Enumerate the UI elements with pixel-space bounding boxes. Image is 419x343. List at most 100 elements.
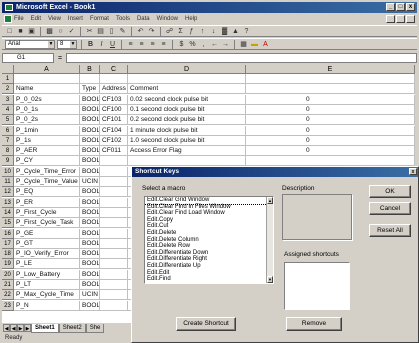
row-header[interactable]: 2: [2, 84, 14, 95]
macro-list-item[interactable]: Edit.Delete: [145, 230, 273, 237]
minimize-button[interactable]: _: [386, 3, 395, 11]
print-preview-icon[interactable]: ○: [56, 27, 65, 36]
percent-icon[interactable]: %: [188, 40, 197, 49]
cell-b[interactable]: Type: [80, 84, 100, 95]
cell-e[interactable]: 0: [246, 104, 415, 115]
macro-list-item[interactable]: Edit.Differentiate Down: [145, 250, 273, 257]
cell-e[interactable]: [246, 84, 415, 95]
row-header[interactable]: 13: [2, 197, 14, 208]
cell-a[interactable]: P_N: [14, 300, 80, 311]
cell-c[interactable]: [100, 228, 128, 239]
cell-d[interactable]: 0.1 second clock pulse bit: [128, 104, 246, 115]
cell-a[interactable]: Name: [14, 84, 80, 95]
cell-a[interactable]: P_LT: [14, 280, 80, 290]
column-header-e[interactable]: E: [246, 65, 415, 74]
row-header[interactable]: 1: [2, 74, 14, 84]
cell-b[interactable]: BOOL: [80, 238, 100, 249]
cell-d[interactable]: [128, 74, 246, 84]
cell-c[interactable]: [100, 300, 128, 311]
align-right-icon[interactable]: ≡: [148, 40, 157, 49]
name-box[interactable]: G1: [2, 53, 54, 63]
cell-c[interactable]: [100, 187, 128, 198]
menu-edit[interactable]: Edit: [31, 16, 41, 22]
cell-e[interactable]: 0: [246, 115, 415, 126]
cell-a[interactable]: P_AER: [14, 146, 80, 157]
select-all-corner[interactable]: [2, 65, 14, 74]
align-left-icon[interactable]: ≡: [126, 40, 135, 49]
sheet-tab-sheet3[interactable]: She: [85, 323, 105, 333]
row-header[interactable]: 10: [2, 166, 14, 177]
cell-b[interactable]: BOOL: [80, 125, 100, 136]
cell-c[interactable]: CF103: [100, 94, 128, 105]
menu-insert[interactable]: Insert: [68, 16, 83, 22]
column-header-b[interactable]: B: [80, 65, 100, 74]
cell-a[interactable]: P_First_Cycle_Task: [14, 218, 80, 229]
redo-icon[interactable]: ↷: [147, 27, 156, 36]
menu-tools[interactable]: Tools: [116, 16, 130, 22]
row-header[interactable]: 21: [2, 280, 14, 290]
cell-b[interactable]: BOOL: [80, 218, 100, 229]
bold-icon[interactable]: B: [86, 40, 95, 49]
cell-b[interactable]: BOOL: [80, 269, 100, 280]
comma-icon[interactable]: ,: [199, 40, 208, 49]
macro-list-item[interactable]: Edit.Clear Find Load Window: [145, 210, 273, 217]
cell-b[interactable]: BOOL: [80, 207, 100, 218]
column-header-a[interactable]: A: [14, 65, 80, 74]
macro-list-item[interactable]: Edit.Clear Grid Window: [145, 197, 273, 205]
sheet-tab-sheet1[interactable]: Sheet1: [31, 323, 59, 333]
cell-e[interactable]: 0: [246, 135, 415, 146]
cell-a[interactable]: P_0_02s: [14, 94, 80, 105]
row-header[interactable]: 8: [2, 146, 14, 157]
cell-c[interactable]: [100, 197, 128, 208]
scroll-up-icon[interactable]: ▲: [267, 197, 273, 204]
cell-a[interactable]: P_0_2s: [14, 115, 80, 126]
cell-d[interactable]: 0.02 second clock pulse bit: [128, 94, 246, 105]
cell-b[interactable]: BOOL: [80, 166, 100, 177]
row-header[interactable]: 22: [2, 290, 14, 301]
copy-icon[interactable]: ▤: [96, 27, 105, 36]
cell-c[interactable]: [100, 249, 128, 260]
sort-ascending-icon[interactable]: ↑: [198, 27, 207, 36]
drawing-icon[interactable]: ▲: [231, 27, 240, 36]
italic-icon[interactable]: I: [97, 40, 106, 49]
macro-list-item[interactable]: Edit.Find: [145, 276, 273, 283]
cell-a[interactable]: P_1min: [14, 125, 80, 136]
cell-b[interactable]: BOOL: [80, 228, 100, 239]
cell-b[interactable]: BOOL: [80, 156, 100, 167]
cell-b[interactable]: BOOL: [80, 280, 100, 290]
row-header[interactable]: 5: [2, 115, 14, 126]
help-icon[interactable]: ?: [242, 27, 251, 36]
cell-a[interactable]: P_Max_Cycle_Time: [14, 290, 80, 301]
next-sheet-icon[interactable]: ▶: [17, 324, 24, 332]
cell-a[interactable]: P_Cycle_Time_Error: [14, 166, 80, 177]
row-header[interactable]: 23: [2, 300, 14, 311]
close-button[interactable]: x: [406, 3, 415, 11]
cell-c[interactable]: [100, 156, 128, 167]
underline-icon[interactable]: U: [108, 40, 117, 49]
fill-color-icon[interactable]: ▬: [250, 40, 259, 49]
cell-c[interactable]: CF101: [100, 115, 128, 126]
font-color-icon[interactable]: A: [261, 40, 270, 49]
last-sheet-icon[interactable]: ▶: [24, 324, 31, 332]
cell-b[interactable]: BOOL: [80, 146, 100, 157]
cell-a[interactable]: P_GE: [14, 228, 80, 239]
chart-wizard-icon[interactable]: ▓: [220, 27, 229, 36]
cell-c[interactable]: Address: [100, 84, 128, 95]
cell-b[interactable]: BOOL: [80, 135, 100, 146]
workbook-icon[interactable]: [4, 15, 12, 23]
macro-list-item[interactable]: Edit.Delete Column: [145, 237, 273, 244]
format-painter-icon[interactable]: ✎: [118, 27, 127, 36]
save-icon[interactable]: ▣: [27, 27, 36, 36]
cancel-button[interactable]: Cancel: [369, 202, 411, 215]
cell-d[interactable]: [128, 156, 246, 167]
row-header[interactable]: 17: [2, 238, 14, 249]
function-icon[interactable]: ƒ: [187, 27, 196, 36]
cell-a[interactable]: P_Cycle_Time_Value: [14, 177, 80, 187]
scroll-down-icon[interactable]: ▼: [267, 276, 273, 283]
row-header[interactable]: 14: [2, 207, 14, 218]
cell-a[interactable]: P_Low_Battery: [14, 269, 80, 280]
cell-e[interactable]: [246, 156, 415, 167]
macro-list-item[interactable]: Edit.Edit: [145, 270, 273, 277]
macro-list-item[interactable]: Edit.Copy: [145, 217, 273, 224]
cell-e[interactable]: [246, 74, 415, 84]
